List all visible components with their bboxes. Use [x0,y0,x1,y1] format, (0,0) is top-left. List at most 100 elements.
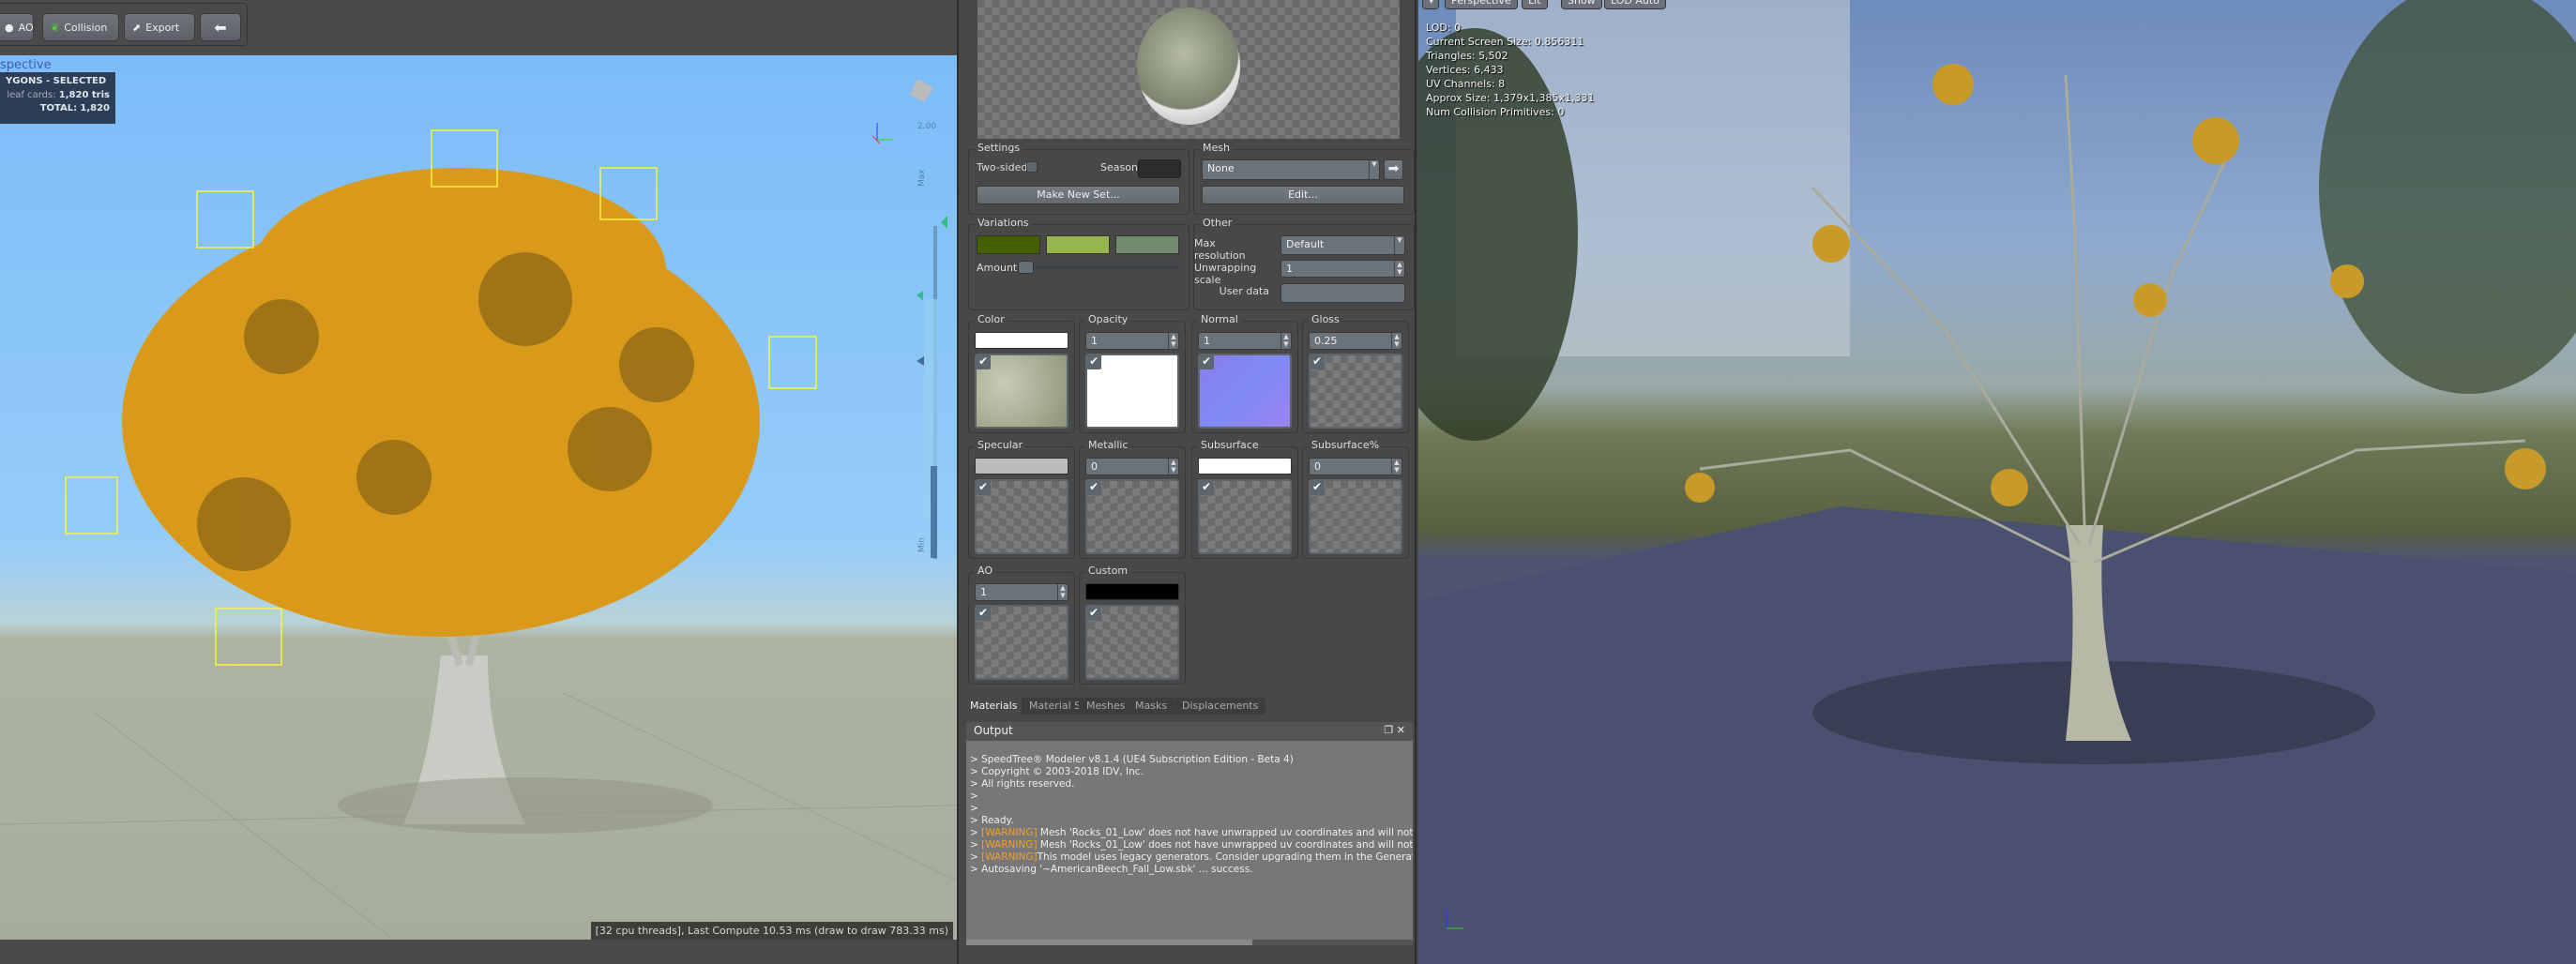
settings-title: Settings [975,142,1023,154]
warning-tag: [WARNING] [981,827,1038,838]
tab-meshes[interactable]: Meshes [1079,698,1133,715]
user-data-input[interactable] [1280,283,1405,303]
color-swatch[interactable] [975,458,1068,474]
light-intensity: 2.00 [917,122,936,131]
variation-color-2[interactable] [1046,235,1110,254]
slot-value: 1 [980,586,987,598]
checkmark-icon[interactable]: ✔ [1086,606,1101,621]
color-swatch[interactable] [1198,458,1292,474]
collision-label: Collision [64,21,108,34]
texture-thumbnail[interactable]: ✔ [1198,479,1292,554]
slot-opacity: Opacity 1 ▲ ▼ ✔ [1079,313,1186,433]
slot-value: 0 [1091,460,1098,473]
output-title: Output [974,724,1013,737]
lod-min-label: Min [917,537,927,552]
texture-thumbnail[interactable]: ✔ [1309,479,1402,554]
checkmark-icon[interactable]: ✔ [1086,354,1101,369]
compute-status: [32 cpu threads], Last Compute 10.53 ms … [590,922,953,940]
log-text: This model uses legacy generators. Consi… [1037,851,1413,863]
slot-subsurface: Subsurface ✔ [1191,439,1298,559]
stat-line: Vertices: 6,433 [1426,64,1504,76]
spin-arrows-icon: ▲ ▼ [1280,333,1291,349]
checkmark-icon[interactable]: ✔ [976,354,991,369]
log-line: > [966,791,1413,803]
texture-thumbnail[interactable]: ✔ [1085,605,1179,680]
texture-thumbnail[interactable]: ✔ [975,354,1068,429]
undock-icon[interactable]: ❐ [1384,724,1393,736]
two-sided-checkbox[interactable] [1026,161,1038,173]
texture-thumbnail[interactable]: ✔ [1085,479,1179,554]
export-button[interactable]: ⬈ Export [124,13,195,41]
season-label: Season [1100,161,1138,173]
tree-viewport[interactable]: 2.00 Max Min spective YGONS - SELECTED l… [0,55,957,940]
checkmark-icon[interactable]: ✔ [1199,480,1214,495]
unwrapping-scale-spinbox[interactable]: 1 ▲ ▼ [1280,260,1405,278]
texture-thumbnail[interactable]: ✔ [975,605,1068,680]
max-resolution-dropdown[interactable]: Default ▼ [1280,235,1405,255]
max-resolution-value: Default [1286,238,1325,250]
log-line: > [WARNING]This model uses legacy genera… [966,851,1413,864]
value-spinbox[interactable]: 0.25 ▲ ▼ [1309,332,1402,350]
log-text: > Autosaving '~AmericanBeech_Fall_Low.sb… [970,864,1253,875]
log-line: > SpeedTree® Modeler v8.1.4 (UE4 Subscri… [966,754,1413,766]
variation-color-3[interactable] [1115,235,1179,254]
texture-thumbnail[interactable]: ✔ [1309,354,1402,429]
tab-masks[interactable]: Masks [1128,698,1175,715]
value-spinbox[interactable]: 0 ▲ ▼ [1309,458,1402,475]
texture-thumbnail[interactable]: ✔ [975,479,1068,554]
tab-displacements[interactable]: Displacements [1174,698,1266,715]
export-icon: ⬈ [132,21,142,34]
mesh-edit-button[interactable]: Edit... [1202,186,1404,204]
slot-label: Gloss [1309,313,1342,325]
slot-normal: Normal 1 ▲ ▼ ✔ [1191,313,1298,433]
value-spinbox[interactable]: 1 ▲ ▼ [975,583,1068,601]
value-spinbox[interactable]: 0 ▲ ▼ [1085,458,1179,475]
scene-render [1418,0,2576,964]
variation-color-1[interactable] [977,235,1040,254]
amount-slider-handle[interactable] [1018,261,1034,274]
back-button[interactable]: ⬅ [200,13,241,41]
output-scrollbar[interactable] [966,940,1413,945]
viewport-menu-button[interactable]: ▾ [1422,0,1439,9]
lit-button[interactable]: Lit [1522,0,1548,9]
tab-materials[interactable]: Materials [962,698,1025,715]
slot-label: Metallic [1085,439,1131,451]
leaf-label: leaf cards: [7,90,56,100]
polygon-stats: YGONS - SELECTED leaf cards: 1,820 tris T… [0,72,115,124]
collision-button[interactable]: ❦ Collision [42,13,119,41]
ao-button[interactable]: ● AO [0,13,34,41]
value-spinbox[interactable]: 1 ▲ ▼ [1085,332,1179,350]
preview-sphere [1137,8,1240,125]
perspective-button[interactable]: Perspective [1445,0,1518,9]
log-line: > [WARNING] Mesh 'Rocks_01_Low' does not… [966,839,1413,851]
leaf-icon: ❦ [51,21,60,34]
season-field[interactable] [1138,159,1181,178]
make-new-set-button[interactable]: Make New Set... [977,186,1180,204]
user-data-label: User data [1219,285,1269,297]
checkmark-icon[interactable]: ✔ [976,606,991,621]
amount-slider[interactable] [1037,265,1179,269]
settings-group: Settings Two-sided Season Make New Set..… [968,142,1190,215]
amount-label: Amount [977,262,1018,274]
mesh-dropdown[interactable]: None ▼ [1202,159,1380,180]
color-swatch[interactable] [1085,583,1179,600]
mesh-group: Mesh None ▼ ➡ Edit... [1193,142,1415,215]
show-button[interactable]: Show [1561,0,1602,9]
texture-thumbnail[interactable]: ✔ [1085,354,1179,429]
stat-line: Triangles: 5,502 [1426,50,1508,62]
texture-thumbnail[interactable]: ✔ [1198,354,1292,429]
value-spinbox[interactable]: 1 ▲ ▼ [1198,332,1292,350]
mesh-go-button[interactable]: ➡ [1384,159,1403,180]
checkmark-icon[interactable]: ✔ [1199,354,1214,369]
checkmark-icon[interactable]: ✔ [1086,480,1101,495]
ao-icon: ● [5,21,14,34]
view-mode-label[interactable]: spective [0,58,52,72]
color-swatch[interactable] [975,332,1068,349]
slot-specular: Specular ✔ [968,439,1075,559]
close-icon[interactable]: ✕ [1397,724,1405,736]
lod-auto-button[interactable]: LOD Auto [1604,0,1666,9]
checkmark-icon[interactable]: ✔ [976,480,991,495]
checkmark-icon[interactable]: ✔ [1310,480,1325,495]
checkmark-icon[interactable]: ✔ [1310,354,1325,369]
ue4-viewport[interactable]: ▾ Perspective Lit Show LOD Auto LOD: 0 Cu… [1418,0,2576,964]
